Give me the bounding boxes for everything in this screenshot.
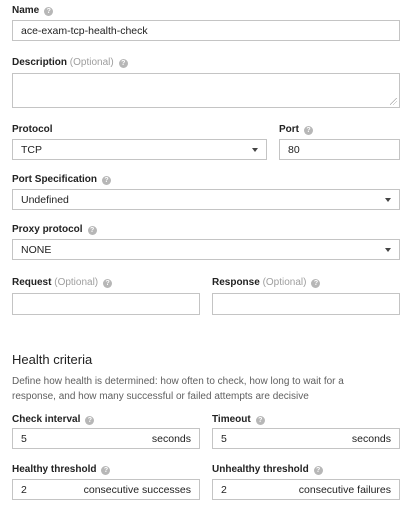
port-specification-select[interactable]: Undefined [12,189,400,210]
chevron-down-icon [385,247,391,252]
name-input-value: ace-exam-tcp-health-check [21,24,148,37]
help-icon[interactable]: ? [103,279,113,288]
healthy-threshold-input[interactable]: 2 consecutive successes [12,479,200,500]
health-criteria-description: Define how health is determined: how oft… [12,376,344,402]
help-icon[interactable]: ? [311,279,321,288]
port-specification-label: Port Specification? [12,174,112,185]
timeout-label: Timeout? [212,414,265,425]
healthy-threshold-label: Healthy threshold? [12,464,111,475]
help-icon[interactable]: ? [44,7,54,16]
response-label: Response (Optional)? [212,277,321,288]
healthy-threshold-unit: consecutive successes [83,483,191,496]
port-label: Port? [279,124,313,135]
chevron-down-icon [385,197,391,202]
name-input[interactable]: ace-exam-tcp-health-check [12,20,400,41]
check-interval-unit: seconds [151,432,191,445]
help-icon[interactable]: ? [101,466,111,475]
timeout-unit: seconds [351,432,391,445]
description-label: Description (Optional)? [12,57,128,68]
help-icon[interactable]: ? [102,176,112,185]
description-textarea[interactable] [12,73,400,108]
help-icon[interactable]: ? [255,416,265,425]
request-input[interactable] [12,293,200,315]
check-interval-input[interactable]: 5 seconds [12,428,200,449]
port-specification-value: Undefined [21,193,69,206]
check-interval-label: Check interval? [12,414,95,425]
response-input[interactable] [212,293,400,315]
request-label: Request (Optional)? [12,277,113,288]
health-criteria-title: Health criteria [12,352,93,367]
unhealthy-threshold-input[interactable]: 2 consecutive failures [212,479,400,500]
help-icon[interactable]: ? [85,416,95,425]
proxy-protocol-value: NONE [21,243,52,256]
resize-handle-icon[interactable] [390,98,397,105]
port-value: 80 [288,143,300,156]
proxy-protocol-select[interactable]: NONE [12,239,400,260]
protocol-value: TCP [21,143,42,156]
help-icon[interactable]: ? [118,59,128,68]
name-label: Name? [12,5,54,16]
port-input[interactable]: 80 [279,139,400,160]
proxy-protocol-label: Proxy protocol? [12,224,97,235]
help-icon[interactable]: ? [313,466,323,475]
timeout-input[interactable]: 5 seconds [212,428,400,449]
unhealthy-threshold-label: Unhealthy threshold? [212,464,323,475]
chevron-down-icon [252,147,258,152]
help-icon[interactable]: ? [87,226,97,235]
protocol-select[interactable]: TCP [12,139,267,160]
help-icon[interactable]: ? [304,126,313,135]
unhealthy-threshold-unit: consecutive failures [298,483,391,496]
protocol-label: Protocol [12,124,53,135]
